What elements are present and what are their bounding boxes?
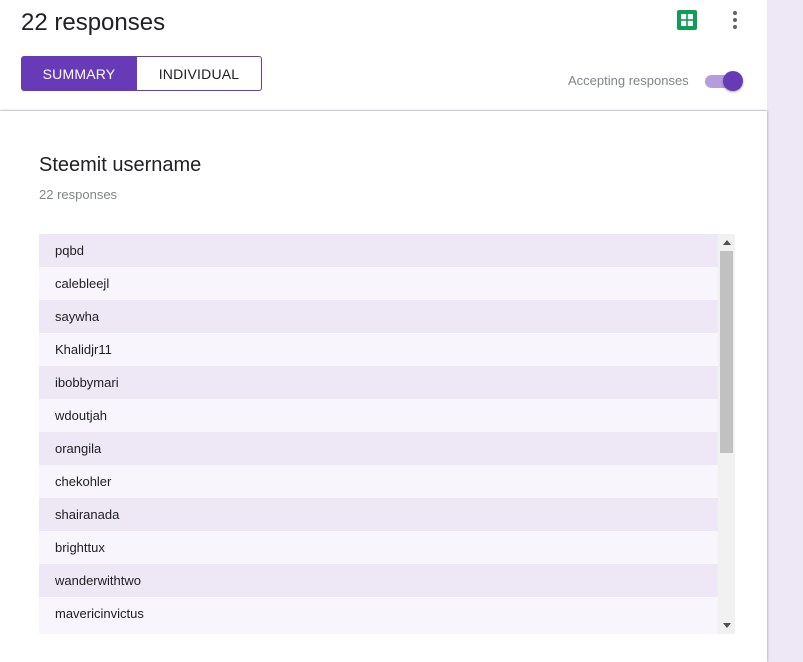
tab-summary[interactable]: SUMMARY	[21, 56, 137, 91]
accepting-responses-toggle[interactable]	[705, 70, 745, 92]
response-item: mavericinvictus	[39, 597, 718, 630]
response-item: saywha	[39, 300, 718, 333]
more-vert-icon[interactable]	[726, 9, 744, 31]
response-list-scrollbar[interactable]	[718, 234, 735, 634]
tab-individual[interactable]: INDIVIDUAL	[137, 56, 262, 91]
page-title: 22 responses	[21, 9, 166, 36]
accepting-responses-label: Accepting responses	[568, 73, 689, 88]
response-item: ibobbymari	[39, 366, 718, 399]
response-item: orangila	[39, 432, 718, 465]
toggle-thumb	[723, 71, 743, 91]
view-tabs: SUMMARY INDIVIDUAL	[21, 56, 262, 91]
question-summary-card: Steemit username 22 responses pqbd caleb…	[0, 111, 767, 662]
scroll-down-arrow-icon[interactable]	[718, 617, 735, 634]
response-item: wanderwithtwo	[39, 564, 718, 597]
response-item: calebleejl	[39, 267, 718, 300]
response-item: Khalidjr11	[39, 333, 718, 366]
question-title: Steemit username	[39, 154, 202, 176]
response-item: brighttux	[39, 531, 718, 564]
response-item: wdoutjah	[39, 399, 718, 432]
response-item: shairanada	[39, 498, 718, 531]
response-list-container[interactable]: pqbd calebleejl saywha Khalidjr11 ibobby…	[39, 234, 735, 634]
scrollbar-thumb[interactable]	[720, 251, 733, 453]
google-sheets-icon[interactable]	[677, 10, 697, 30]
response-list: pqbd calebleejl saywha Khalidjr11 ibobby…	[39, 234, 718, 630]
response-item: pqbd	[39, 234, 718, 267]
responses-header: 22 responses SUMMARY INDIVIDUAL Acceptin…	[0, 0, 767, 110]
response-item: chekohler	[39, 465, 718, 498]
question-response-count: 22 responses	[39, 187, 118, 202]
scroll-up-arrow-icon[interactable]	[718, 234, 735, 251]
